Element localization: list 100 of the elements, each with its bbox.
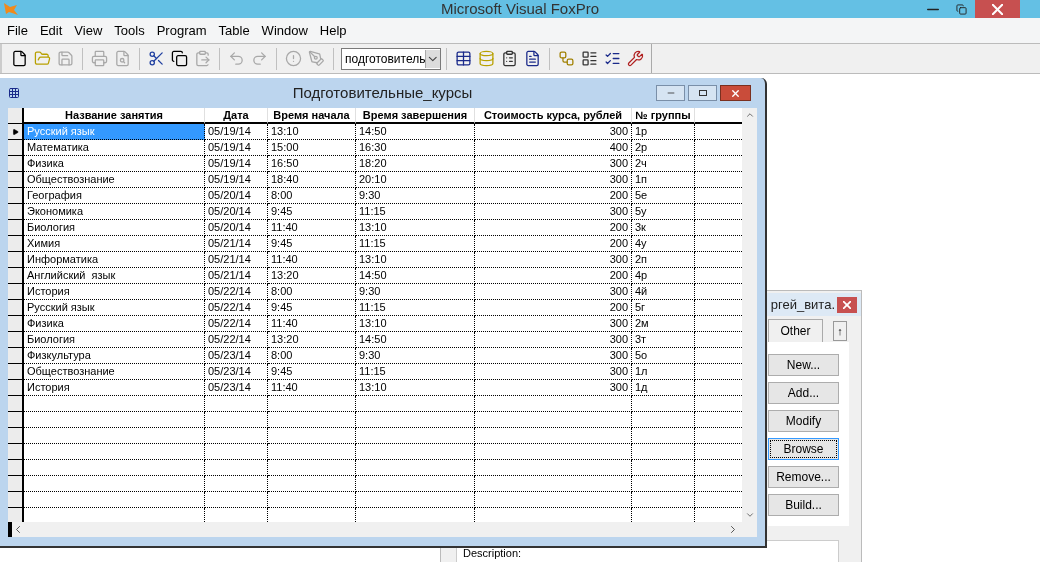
- project-button[interactable]: Browse: [768, 438, 839, 461]
- row-selector[interactable]: [8, 140, 24, 156]
- menu-item[interactable]: View: [69, 20, 108, 41]
- page-icon[interactable]: [11, 50, 28, 67]
- table-cell: 14:50: [356, 332, 475, 348]
- row-selector[interactable]: [8, 316, 24, 332]
- close-icon: [730, 87, 741, 99]
- table-cell: 8:00: [268, 284, 356, 300]
- project-button[interactable]: Remove...: [768, 466, 839, 489]
- row-selector[interactable]: [8, 428, 24, 444]
- table-icon[interactable]: [455, 50, 472, 67]
- table-cell: 1д: [632, 380, 695, 396]
- row-selector[interactable]: [8, 508, 24, 522]
- column-header[interactable]: Дата: [205, 108, 268, 124]
- table-cell: 11:15: [356, 236, 475, 252]
- menu-item[interactable]: Edit: [34, 20, 68, 41]
- row-selector[interactable]: [8, 396, 24, 412]
- table-cell: 9:30: [356, 188, 475, 204]
- close-button[interactable]: [837, 296, 857, 313]
- table-cell: 14:50: [356, 268, 475, 284]
- table-cell: 11:15: [356, 204, 475, 220]
- table-cell: 05/22/14: [205, 284, 268, 300]
- row-selector[interactable]: [8, 188, 24, 204]
- table-cell: Физкультура: [24, 348, 205, 364]
- row-selector[interactable]: [8, 300, 24, 316]
- grid-corner: [8, 108, 24, 124]
- project-button[interactable]: Add...: [768, 382, 839, 405]
- maximize-button[interactable]: [688, 85, 717, 101]
- table-cell: [205, 396, 268, 412]
- cut-icon[interactable]: [148, 50, 165, 67]
- close-button[interactable]: [720, 85, 751, 101]
- table-cell: 11:40: [268, 252, 356, 268]
- row-selector[interactable]: [8, 156, 24, 172]
- table-cell: 200: [475, 300, 632, 316]
- column-header[interactable]: Время завершения: [356, 108, 475, 124]
- table-cell: 05/21/14: [205, 252, 268, 268]
- tab[interactable]: Other: [768, 319, 823, 343]
- table-cell: 11:40: [268, 316, 356, 332]
- table-cell: 300: [475, 332, 632, 348]
- row-selector[interactable]: [8, 252, 24, 268]
- table-cell: Физика: [24, 156, 205, 172]
- row-selector[interactable]: [8, 124, 24, 140]
- menu-item[interactable]: Table: [213, 20, 255, 41]
- row-selector[interactable]: [8, 444, 24, 460]
- clipboard-icon[interactable]: [501, 50, 518, 67]
- row-selector[interactable]: [8, 348, 24, 364]
- tools-icon[interactable]: [627, 50, 644, 67]
- row-selector[interactable]: [8, 284, 24, 300]
- menu-item[interactable]: Help: [314, 20, 352, 41]
- record-pointer-icon: [11, 127, 19, 136]
- menu-item[interactable]: Window: [256, 20, 313, 41]
- menu-item[interactable]: Program: [151, 20, 212, 41]
- menu-item[interactable]: Tools: [109, 20, 150, 41]
- table-cell: 300: [475, 172, 632, 188]
- table-cell: 05/22/14: [205, 300, 268, 316]
- row-selector[interactable]: [8, 220, 24, 236]
- row-selector[interactable]: [8, 364, 24, 380]
- row-selector[interactable]: [8, 236, 24, 252]
- table-cell: 11:15: [356, 364, 475, 380]
- row-selector[interactable]: [8, 460, 24, 476]
- table-cell: 300: [475, 124, 632, 140]
- table-cell: 4у: [632, 236, 695, 252]
- table-cell: 13:10: [268, 124, 356, 140]
- table-cell: 9:45: [268, 364, 356, 380]
- scroll-up-button[interactable]: ↑: [833, 321, 847, 342]
- row-selector[interactable]: [8, 204, 24, 220]
- table-cell: 5о: [632, 348, 695, 364]
- table-cell: 05/19/14: [205, 124, 268, 140]
- table-cell: 2м: [632, 316, 695, 332]
- column-header[interactable]: Время начала: [268, 108, 356, 124]
- row-selector[interactable]: [8, 268, 24, 284]
- close-button[interactable]: [975, 0, 1020, 18]
- table-cell: 300: [475, 348, 632, 364]
- row-selector[interactable]: [8, 492, 24, 508]
- checklist-icon[interactable]: [604, 50, 621, 67]
- document-icon[interactable]: [524, 50, 541, 67]
- row-selector[interactable]: [8, 380, 24, 396]
- table-cell: 9:45: [268, 236, 356, 252]
- project-button[interactable]: Build...: [768, 494, 839, 517]
- menu-item[interactable]: File: [2, 20, 33, 41]
- row-selector[interactable]: [8, 172, 24, 188]
- table-cell: [632, 476, 695, 492]
- table-cell: Биология: [24, 332, 205, 348]
- row-selector[interactable]: [8, 412, 24, 428]
- horizontal-scrollbar[interactable]: [8, 522, 757, 537]
- column-header[interactable]: Стоимость курса, рублей: [475, 108, 632, 124]
- row-selector[interactable]: [8, 332, 24, 348]
- table-cell: 2р: [632, 140, 695, 156]
- minimize-icon: [927, 7, 939, 11]
- table-cell: 9:45: [268, 204, 356, 220]
- connector-icon[interactable]: [558, 50, 575, 67]
- table-dropdown[interactable]: подготовитель: [341, 47, 441, 70]
- project-button[interactable]: Modify: [768, 410, 839, 433]
- row-selector[interactable]: [8, 476, 24, 492]
- form-icon[interactable]: [581, 50, 598, 67]
- restore-icon: [955, 3, 967, 15]
- copy-icon[interactable]: [171, 50, 188, 67]
- column-header[interactable]: № группы: [632, 108, 695, 124]
- table-cell: 05/20/14: [205, 220, 268, 236]
- project-button[interactable]: New...: [768, 354, 839, 377]
